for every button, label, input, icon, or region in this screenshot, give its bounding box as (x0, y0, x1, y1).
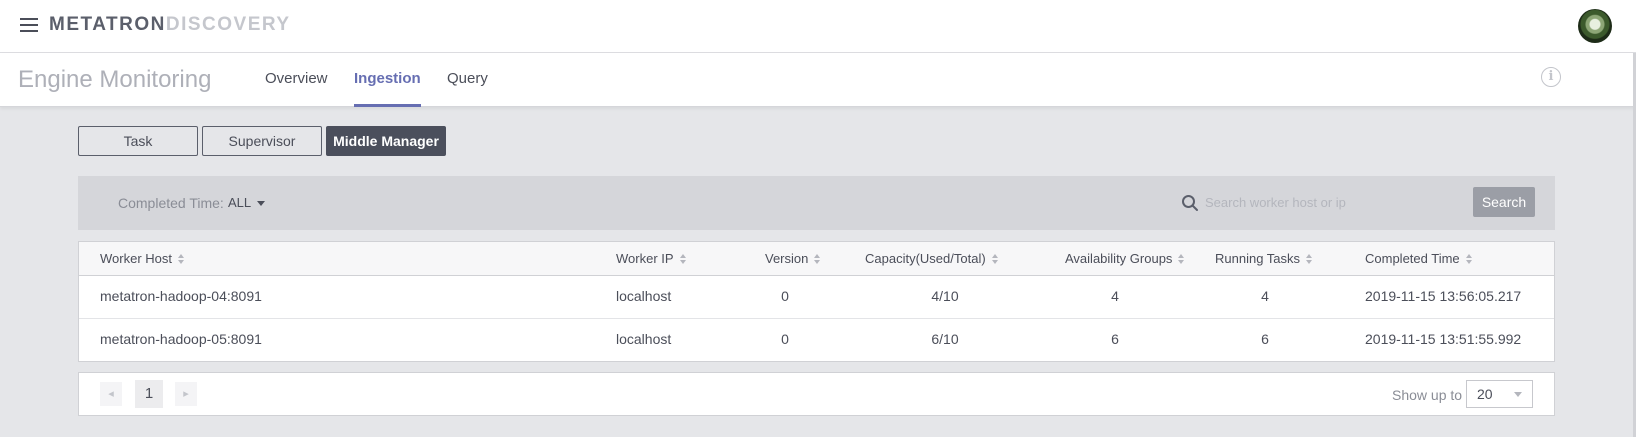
table-header: Worker Host Worker IP Version Capacity(U… (79, 242, 1554, 276)
sort-icon (1178, 254, 1185, 264)
column-header-completed-time[interactable]: Completed Time (1365, 251, 1473, 266)
middle-manager-button[interactable]: Middle Manager (326, 126, 446, 156)
task-button[interactable]: Task (78, 126, 198, 156)
table-row[interactable]: metatron-hadoop-04:8091 localhost 0 4/10… (79, 276, 1554, 319)
tab-query[interactable]: Query (447, 70, 488, 107)
cell-worker-ip: localhost (616, 288, 672, 304)
page-size-value: 20 (1477, 386, 1493, 402)
column-header-capacity[interactable]: Capacity(Used/Total) (865, 251, 999, 266)
cell-version: 0 (781, 331, 789, 347)
info-icon[interactable]: i (1541, 67, 1561, 87)
tab-ingestion[interactable]: Ingestion (354, 70, 421, 107)
brand-logo[interactable]: METATRONDISCOVERY (49, 14, 291, 36)
cell-worker-host: metatron-hadoop-05:8091 (100, 331, 262, 347)
column-header-availability-groups[interactable]: Availability Groups (1065, 251, 1185, 266)
column-header-running-tasks[interactable]: Running Tasks (1215, 251, 1313, 266)
sort-icon (1306, 254, 1313, 264)
user-avatar[interactable] (1578, 9, 1612, 43)
cell-completed-time: 2019-11-15 13:51:55.992 (1365, 331, 1522, 347)
pagination-bar: ◂ 1 ▸ Show up to 20 (78, 372, 1555, 416)
cell-worker-ip: localhost (616, 331, 672, 347)
tab-overview[interactable]: Overview (265, 70, 328, 107)
sort-icon (814, 254, 821, 264)
sort-icon (1465, 254, 1473, 264)
search-icon (1182, 195, 1198, 211)
show-up-to-label: Show up to (1392, 387, 1463, 403)
top-bar: METATRONDISCOVERY (0, 0, 1636, 53)
search-button[interactable]: Search (1473, 187, 1535, 217)
filter-bar: Completed Time: ALL Search (78, 176, 1555, 230)
completed-time-value: ALL (228, 195, 252, 210)
cell-completed-time: 2019-11-15 13:56:05.217 (1365, 288, 1522, 304)
cell-capacity: 4/10 (931, 288, 959, 304)
cell-availability-groups: 6 (1111, 331, 1119, 347)
cell-worker-host: metatron-hadoop-04:8091 (100, 288, 262, 304)
page-size-select[interactable]: 20 (1466, 380, 1533, 408)
cell-capacity: 6/10 (931, 331, 959, 347)
sort-icon (991, 254, 999, 264)
middle-manager-table: Worker Host Worker IP Version Capacity(U… (78, 241, 1555, 362)
column-header-worker-host[interactable]: Worker Host (100, 251, 185, 266)
next-page-button[interactable]: ▸ (175, 382, 197, 406)
chevron-down-icon (1514, 392, 1522, 397)
cell-availability-groups: 4 (1111, 288, 1119, 304)
page-title: Engine Monitoring (18, 66, 212, 93)
page-number-button[interactable]: 1 (135, 380, 163, 408)
cell-version: 0 (781, 288, 789, 304)
search-input[interactable] (1205, 188, 1445, 216)
menu-icon[interactable] (20, 18, 38, 34)
cell-running-tasks: 6 (1261, 331, 1269, 347)
supervisor-button[interactable]: Supervisor (202, 126, 322, 156)
sort-icon (679, 254, 687, 264)
brand-name-secondary: DISCOVERY (165, 14, 291, 35)
column-header-version[interactable]: Version (765, 251, 821, 266)
completed-time-dropdown[interactable]: ALL (228, 195, 266, 210)
previous-page-button[interactable]: ◂ (100, 382, 122, 406)
column-header-worker-ip[interactable]: Worker IP (616, 251, 687, 266)
sort-icon (178, 254, 185, 264)
caret-down-icon (257, 201, 266, 207)
page-header: Engine Monitoring Overview Ingestion Que… (0, 53, 1636, 107)
table-row[interactable]: metatron-hadoop-05:8091 localhost 0 6/10… (79, 319, 1554, 362)
completed-time-label: Completed Time: (118, 195, 224, 211)
cell-running-tasks: 4 (1261, 288, 1269, 304)
brand-name-primary: METATRON (49, 14, 166, 35)
